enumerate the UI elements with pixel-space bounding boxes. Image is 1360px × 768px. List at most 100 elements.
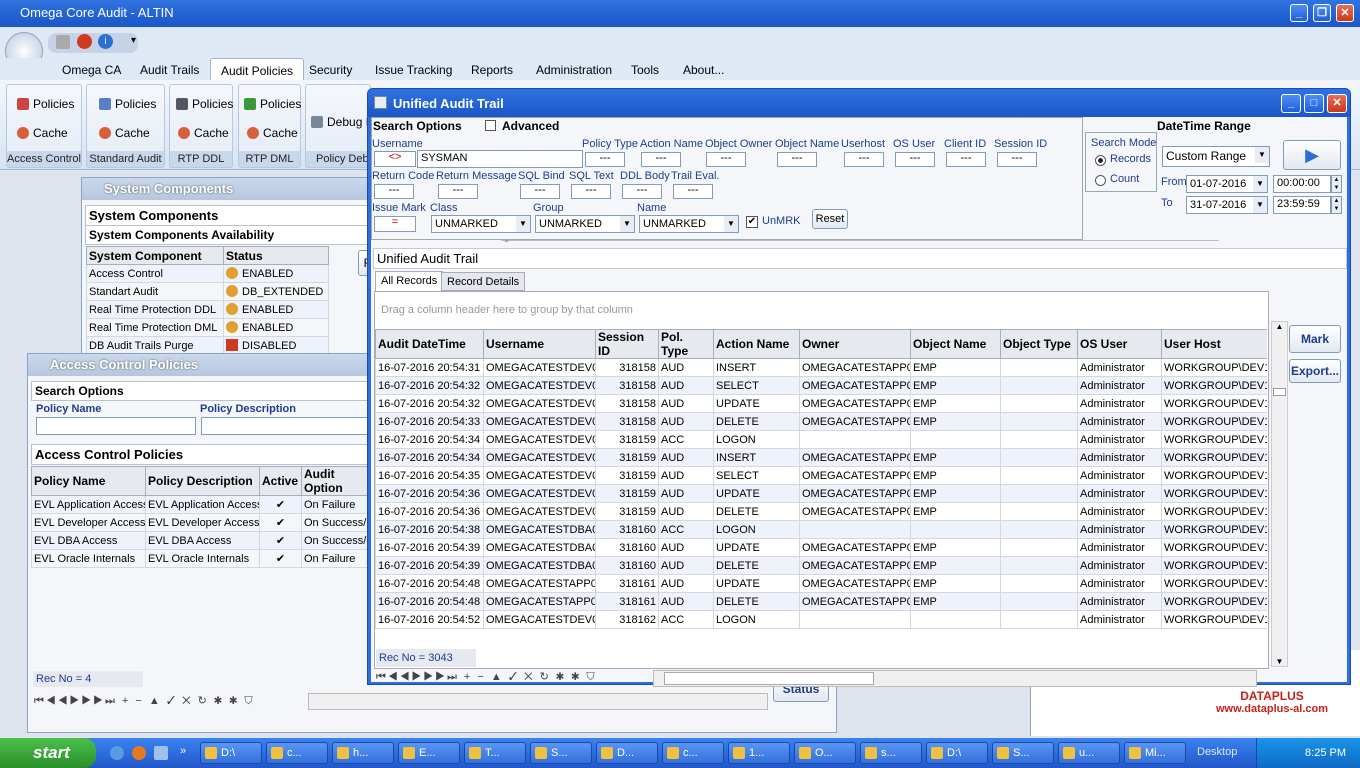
column-header[interactable]: Policy Description: [145, 466, 260, 496]
table-row[interactable]: 16-07-2016 20:54:48 OMEGACATESTAPP01 31816…: [375, 592, 1267, 611]
info-icon[interactable]: i: [98, 34, 113, 49]
issue-mark-operator-button[interactable]: =: [374, 216, 416, 232]
table-row[interactable]: 16-07-2016 20:54:32 OMEGACATESTDEV01 31815…: [375, 376, 1267, 395]
column-header[interactable]: Audit Option: [301, 466, 377, 496]
active-checkbox[interactable]: ✔: [259, 531, 302, 550]
start-button[interactable]: start: [0, 738, 96, 768]
uat-close-button[interactable]: ✕: [1327, 94, 1347, 113]
scroll-down-icon[interactable]: ▼: [1272, 657, 1287, 666]
tab-record-details[interactable]: Record Details: [441, 272, 526, 291]
close-button[interactable]: ✕: [1336, 4, 1354, 22]
mark-button[interactable]: Mark: [1289, 325, 1341, 353]
uat-record-navigator[interactable]: ⏮◀◀▶▶▶⏭ + − ▲ ✓ ✕ ↻ ✱ ✱ ⛉: [376, 670, 597, 688]
trail-eval-filter[interactable]: ---: [673, 184, 713, 199]
dml-policies-button[interactable]: Policies: [244, 97, 301, 111]
table-row[interactable]: Access Control ENABLED: [86, 264, 329, 283]
return-code-filter[interactable]: ---: [374, 184, 414, 199]
firefox-icon[interactable]: [132, 746, 146, 760]
task-item[interactable]: Mi...: [1124, 742, 1186, 764]
sa-policies-button[interactable]: Policies: [99, 97, 156, 111]
userhost-filter[interactable]: ---: [844, 152, 884, 167]
menu-omega-ca[interactable]: Omega CA: [52, 58, 131, 82]
table-row[interactable]: 16-07-2016 20:54:38 OMEGACATESTDBA01 31816…: [375, 520, 1267, 539]
scroll-up-icon[interactable]: ▲: [1272, 322, 1287, 331]
ddl-cache-button[interactable]: Cache: [178, 126, 229, 140]
table-row[interactable]: EVL Developer Access EVL Developer Access…: [31, 513, 377, 532]
policy-name-input[interactable]: [36, 417, 196, 435]
records-radio[interactable]: [1095, 155, 1106, 166]
class-select[interactable]: UNMARKED: [431, 215, 531, 233]
sql-text-filter[interactable]: ---: [571, 184, 611, 199]
column-header[interactable]: Object Name: [910, 329, 1001, 359]
unmrk-checkbox[interactable]: ✔: [746, 216, 758, 228]
minimize-button[interactable]: _: [1290, 4, 1308, 22]
task-item[interactable]: u...: [1058, 742, 1120, 764]
task-item[interactable]: S...: [530, 742, 592, 764]
session-id-filter[interactable]: ---: [997, 152, 1037, 167]
uat-horizontal-scrollbar[interactable]: [653, 670, 1257, 687]
task-item[interactable]: S...: [992, 742, 1054, 764]
from-time-spinner[interactable]: ▲ ▼: [1331, 175, 1342, 193]
column-header[interactable]: Status: [223, 246, 329, 265]
column-header[interactable]: User Host: [1161, 329, 1267, 359]
table-row[interactable]: Real Time Protection DDL ENABLED: [86, 300, 329, 319]
menu-tools[interactable]: Tools: [621, 58, 669, 82]
task-item[interactable]: D:\: [200, 742, 262, 764]
table-row[interactable]: 16-07-2016 20:54:39 OMEGACATESTDBA01 31816…: [375, 556, 1267, 575]
table-row[interactable]: 16-07-2016 20:54:34 OMEGACATESTDEV02 31815…: [375, 448, 1267, 467]
export-button[interactable]: Export...: [1289, 359, 1341, 383]
username-operator-button[interactable]: <>: [374, 151, 416, 167]
menu-audit-trails[interactable]: Audit Trails: [130, 58, 209, 82]
table-row[interactable]: 16-07-2016 20:54:31 OMEGACATESTDEV01 31815…: [375, 358, 1267, 377]
table-row[interactable]: 16-07-2016 20:54:33 OMEGACATESTDEV01 31815…: [375, 412, 1267, 431]
column-header[interactable]: OS User: [1077, 329, 1162, 359]
active-checkbox[interactable]: ✔: [259, 513, 302, 532]
policy-type-filter[interactable]: ---: [585, 152, 625, 167]
uat-minimize-button[interactable]: _: [1281, 94, 1301, 113]
object-owner-filter[interactable]: ---: [706, 152, 746, 167]
restore-button[interactable]: ❐: [1313, 4, 1331, 22]
task-item[interactable]: c...: [266, 742, 328, 764]
from-time-input[interactable]: 00:00:00: [1273, 175, 1331, 193]
task-item[interactable]: c...: [662, 742, 724, 764]
table-row[interactable]: EVL Oracle Internals EVL Oracle Internals…: [31, 549, 377, 568]
clock[interactable]: 8:25 PM: [1305, 747, 1346, 759]
column-header[interactable]: Active: [259, 466, 302, 496]
menu-security[interactable]: Security: [299, 58, 362, 82]
table-row[interactable]: 16-07-2016 20:54:52 OMEGACATESTDEV01 31816…: [375, 610, 1267, 629]
object-name-filter[interactable]: ---: [777, 152, 817, 167]
task-item[interactable]: O...: [794, 742, 856, 764]
table-row[interactable]: Standart Audit DB_EXTENDED: [86, 282, 329, 301]
tab-all-records[interactable]: All Records: [375, 271, 444, 291]
task-item[interactable]: E...: [398, 742, 460, 764]
power-icon[interactable]: [77, 34, 92, 49]
to-time-input[interactable]: 23:59:59: [1273, 196, 1331, 214]
task-item[interactable]: D:\: [926, 742, 988, 764]
active-checkbox[interactable]: ✔: [259, 495, 302, 514]
table-row[interactable]: EVL Application Access EVL Application Ac…: [31, 495, 377, 514]
ac-cache-button[interactable]: Cache: [17, 126, 68, 140]
from-date-picker[interactable]: 01-07-2016: [1186, 175, 1268, 193]
table-row[interactable]: 16-07-2016 20:54:39 OMEGACATESTDBA01 31816…: [375, 538, 1267, 557]
task-item[interactable]: s...: [860, 742, 922, 764]
column-header[interactable]: Session ID: [595, 329, 659, 359]
return-message-filter[interactable]: ---: [438, 184, 478, 199]
policy-description-input[interactable]: [201, 417, 371, 435]
column-header[interactable]: Owner: [799, 329, 911, 359]
task-item[interactable]: D...: [596, 742, 658, 764]
sa-cache-button[interactable]: Cache: [99, 126, 150, 140]
acp-record-navigator[interactable]: ⏮◀◀▶▶▶⏭ + − ▲ ✓ ✕ ↻ ✱ ✱ ⛉: [34, 694, 255, 712]
table-row[interactable]: EVL DBA Access EVL DBA Access ✔ On Success/…: [31, 531, 377, 550]
menu-about[interactable]: About...: [673, 58, 734, 82]
to-time-spinner[interactable]: ▲ ▼: [1331, 196, 1342, 214]
group-select[interactable]: UNMARKED: [535, 215, 635, 233]
acp-horizontal-scrollbar[interactable]: [308, 693, 768, 710]
hscroll-thumb[interactable]: [664, 672, 874, 685]
table-row[interactable]: 16-07-2016 20:54:36 OMEGACATESTDEV02 31815…: [375, 502, 1267, 521]
ddl-policies-button[interactable]: Policies: [176, 97, 233, 111]
ddl-body-filter[interactable]: ---: [622, 184, 662, 199]
column-header[interactable]: Audit DateTime: [375, 329, 484, 359]
table-row[interactable]: 16-07-2016 20:54:32 OMEGACATESTDEV01 31815…: [375, 394, 1267, 413]
dml-cache-button[interactable]: Cache: [247, 126, 298, 140]
column-header[interactable]: Action Name: [713, 329, 800, 359]
